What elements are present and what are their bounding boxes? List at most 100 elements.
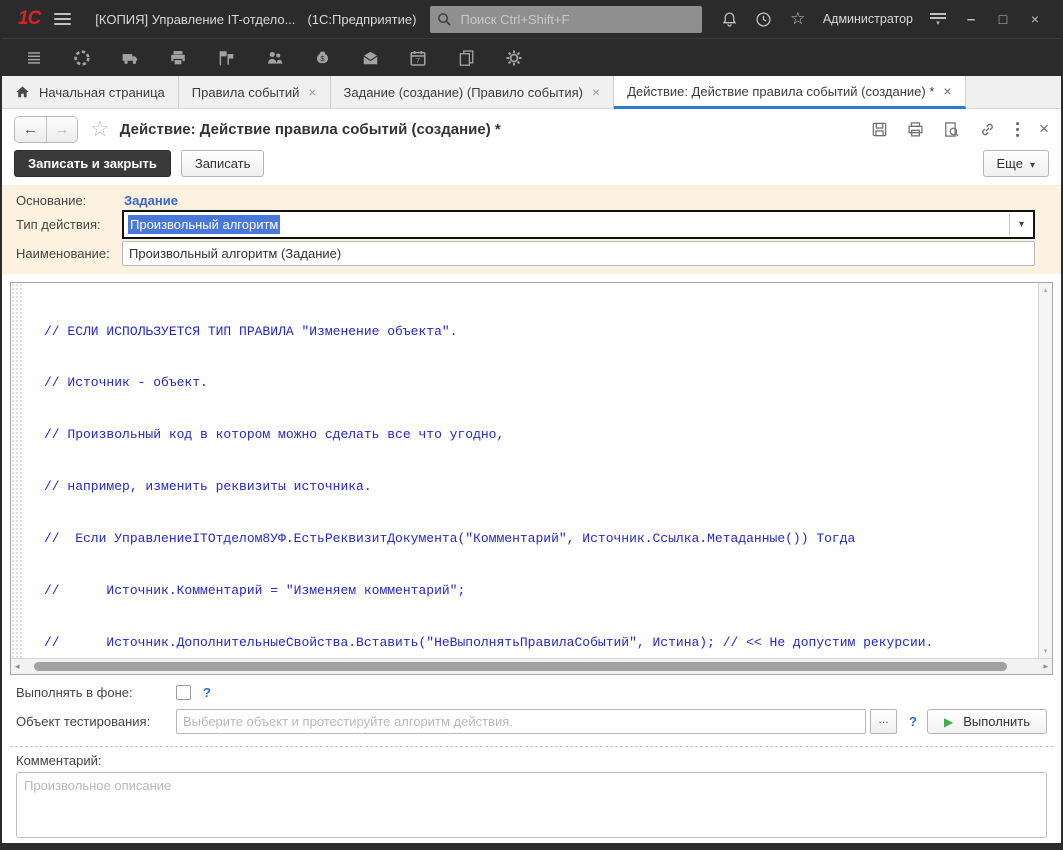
scroll-up-icon[interactable]: ▴	[1044, 286, 1048, 294]
documents-stack-icon[interactable]	[442, 43, 490, 73]
tab-label: Правила событий	[192, 85, 300, 100]
tab-label: Действие: Действие правила событий (созд…	[627, 84, 934, 99]
code-line: // ЕСЛИ ИСПОЛЬЗУЕТСЯ ТИП ПРАВИЛА "Измене…	[44, 323, 1036, 340]
tab-task-creation[interactable]: Задание (создание) (Правило события) ×	[331, 76, 615, 108]
save-button[interactable]: Записать	[181, 150, 265, 177]
favorite-star-icon[interactable]: ☆	[90, 116, 110, 142]
minimize-button[interactable]: –	[955, 11, 987, 28]
calendar-icon[interactable]: 7	[394, 43, 442, 73]
tab-event-rules[interactable]: Правила событий ×	[179, 76, 331, 108]
mail-icon[interactable]	[346, 43, 394, 73]
1c-logo: 1С	[18, 8, 40, 30]
run-in-background-row: Выполнять в фоне: ?	[2, 675, 1061, 700]
horizontal-scrollbar[interactable]: ◂ ▸	[11, 658, 1052, 674]
basis-label: Основание:	[16, 193, 122, 208]
main-hamburger-icon[interactable]	[54, 13, 71, 25]
crosshair-target-icon[interactable]	[58, 43, 106, 73]
search-icon	[437, 12, 452, 27]
dropdown-caret-icon: ▾	[1030, 160, 1035, 171]
action-type-row: Тип действия: Произвольный алгоритм ▾	[16, 210, 1035, 239]
code-text-area[interactable]: // ЕСЛИ ИСПОЛЬЗУЕТСЯ ТИП ПРАВИЛА "Измене…	[24, 283, 1038, 658]
app-suffix: (1С:Предприятие)	[307, 12, 416, 27]
save-icon[interactable]	[871, 121, 888, 138]
tab-action-creation-active[interactable]: Действие: Действие правила событий (созд…	[614, 76, 965, 109]
code-line: // Если УправлениеITОтделом8УФ.ЕстьРекви…	[44, 530, 1036, 547]
tab-close-icon[interactable]: ×	[943, 83, 951, 99]
history-nav-group: ← →	[14, 116, 78, 143]
favorites-star-icon[interactable]: ☆	[781, 9, 815, 29]
form-header: ← → ☆ Действие: Действие правила событий…	[2, 109, 1061, 149]
code-line: // например, изменить реквизиты источник…	[44, 478, 1036, 495]
money-bag-icon[interactable]: $	[298, 43, 346, 73]
vertical-scrollbar[interactable]: ▴ ▾	[1038, 283, 1052, 658]
more-button[interactable]: Еще▾	[983, 150, 1049, 177]
help-question-icon[interactable]: ?	[203, 685, 211, 700]
tab-close-icon[interactable]: ×	[592, 84, 600, 100]
command-bar: Записать и закрыть Записать Еще▾	[2, 149, 1061, 185]
basis-link[interactable]: Задание	[124, 193, 178, 208]
name-row: Наименование:	[16, 241, 1035, 266]
close-window-button[interactable]: ×	[1019, 11, 1051, 27]
save-and-close-button[interactable]: Записать и закрыть	[14, 150, 171, 177]
global-search[interactable]	[430, 6, 702, 33]
link-icon[interactable]	[979, 121, 996, 138]
more-options-icon[interactable]	[1015, 121, 1020, 138]
editor-gutter	[11, 283, 24, 658]
action-type-value: Произвольный алгоритм	[128, 215, 280, 234]
comment-label: Комментарий:	[16, 753, 1047, 768]
main-menu-icon[interactable]: ▾	[921, 13, 955, 26]
sections-toolbar: $ 7	[2, 38, 1061, 76]
notifications-bell-icon[interactable]	[713, 11, 747, 28]
choose-object-ellipsis-button[interactable]: ...	[870, 709, 897, 734]
test-object-row: Объект тестирования: ... ? ▶ Выполнить	[2, 700, 1061, 734]
action-type-label: Тип действия:	[16, 217, 122, 232]
back-button[interactable]: ←	[15, 117, 46, 142]
scroll-right-icon[interactable]: ▸	[1043, 661, 1048, 672]
test-object-input[interactable]	[176, 709, 866, 734]
code-line: // Источник.Комментарий = "Изменяем комм…	[44, 582, 1036, 599]
algorithm-code-editor: // ЕСЛИ ИСПОЛЬЗУЕТСЯ ТИП ПРАВИЛА "Измене…	[10, 282, 1053, 675]
run-button[interactable]: ▶ Выполнить	[927, 709, 1047, 734]
gear-icon[interactable]	[490, 43, 538, 73]
scroll-left-icon[interactable]: ◂	[15, 661, 20, 672]
tab-home[interactable]: Начальная страница	[2, 76, 179, 108]
test-object-label: Объект тестирования:	[16, 714, 176, 729]
scroll-down-icon[interactable]: ▾	[1044, 647, 1048, 655]
truck-icon[interactable]	[106, 43, 154, 73]
window-bottom-edge	[2, 843, 1061, 850]
preview-icon[interactable]	[943, 121, 960, 138]
comment-section: Комментарий:	[2, 747, 1061, 838]
history-icon[interactable]	[747, 11, 781, 28]
play-icon: ▶	[944, 715, 953, 729]
users-icon[interactable]	[250, 43, 298, 73]
run-in-background-label: Выполнять в фоне:	[16, 685, 176, 700]
tab-label: Начальная страница	[39, 85, 165, 100]
svg-text:7: 7	[416, 56, 420, 65]
app-window: 1С [КОПИЯ] Управление IT-отдело... (1С:П…	[0, 0, 1063, 850]
help-question-icon[interactable]: ?	[909, 714, 917, 729]
action-type-combobox[interactable]: Произвольный алгоритм ▾	[122, 210, 1035, 239]
global-search-input[interactable]	[458, 11, 695, 28]
home-icon	[15, 85, 30, 99]
scrollbar-thumb[interactable]	[34, 662, 1008, 671]
code-line: // Источник.ДополнительныеСвойства.Встав…	[44, 634, 1036, 651]
close-form-icon[interactable]: ×	[1039, 119, 1049, 139]
code-line: // Произвольный код в котором можно сдел…	[44, 426, 1036, 443]
name-label: Наименование:	[16, 246, 122, 261]
tab-close-icon[interactable]: ×	[308, 84, 316, 100]
tab-label: Задание (создание) (Правило события)	[344, 85, 583, 100]
name-input[interactable]	[122, 241, 1035, 266]
basis-row: Основание: Задание	[16, 193, 1035, 208]
titlebar: 1С [КОПИЯ] Управление IT-отдело... (1С:П…	[2, 0, 1061, 38]
forward-button[interactable]: →	[46, 117, 77, 142]
combobox-dropdown-icon[interactable]: ▾	[1009, 214, 1033, 235]
printer-icon[interactable]	[154, 43, 202, 73]
code-line: // Источник - объект.	[44, 374, 1036, 391]
current-user[interactable]: Администратор	[823, 12, 913, 26]
run-in-background-checkbox[interactable]	[176, 685, 191, 700]
menu-lines-icon[interactable]	[10, 43, 58, 73]
flags-icon[interactable]	[202, 43, 250, 73]
print-icon[interactable]	[907, 121, 924, 138]
maximize-button[interactable]: □	[987, 11, 1019, 27]
comment-textarea[interactable]	[16, 772, 1047, 838]
